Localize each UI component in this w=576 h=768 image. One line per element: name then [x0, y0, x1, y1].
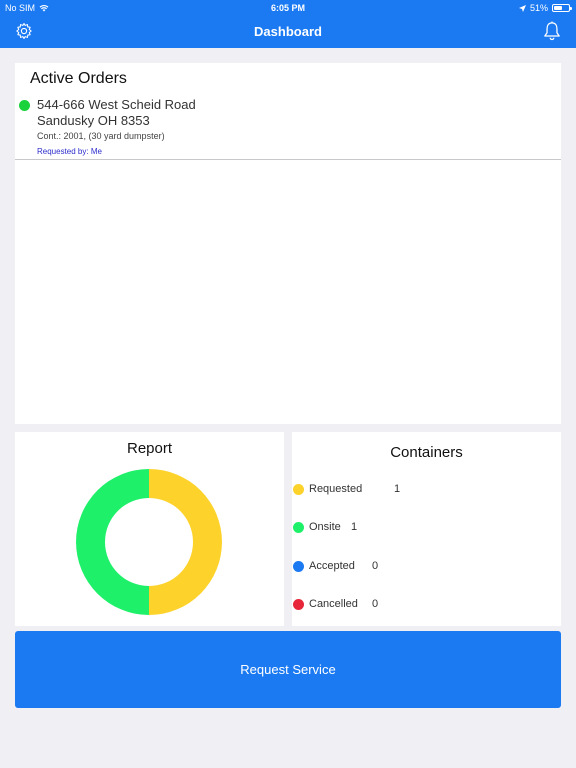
order-address-line1: 544-666 West Scheid Road [37, 97, 196, 112]
donut-slice-onsite [76, 469, 149, 615]
location-arrow-icon [518, 4, 526, 12]
order-status-dot [19, 100, 30, 111]
containers-title: Containers [390, 444, 463, 461]
report-card: Report [15, 432, 284, 626]
order-container-info: Cont.: 2001, (30 yard dumpster) [37, 131, 165, 141]
legend-row-cancelled: Cancelled 0 [293, 596, 378, 612]
status-right-group: 51% [518, 3, 572, 13]
request-service-button[interactable]: Request Service [15, 631, 561, 708]
status-time: 6:05 PM [270, 3, 305, 13]
legend-dot [293, 521, 304, 533]
legend-row-onsite: Onsite 1 [293, 519, 357, 535]
active-orders-card: Active Orders 544-666 West Scheid Road S… [15, 63, 561, 424]
bell-icon[interactable] [543, 21, 561, 41]
containers-card: Containers Requested 1 Onsite 1 Accepted 0 Can… [292, 432, 561, 626]
battery-icon [552, 4, 572, 12]
battery-percent: 51% [529, 3, 548, 13]
legend-row-accepted: Accepted 0 [293, 558, 378, 574]
order-address-line2: Sandusky OH 8353 [37, 113, 150, 128]
legend-label: Onsite [309, 521, 341, 533]
legend-label: Accepted [309, 560, 355, 572]
legend-count: 0 [372, 598, 379, 610]
order-list-item[interactable]: 544-666 West Scheid Road Sandusky OH 835… [15, 95, 561, 160]
page-title: Dashboard [254, 24, 322, 39]
legend-label: Requested [309, 483, 363, 495]
donut-slice-requested [149, 469, 222, 615]
report-title: Report [126, 440, 173, 457]
legend-count: 1 [351, 521, 358, 533]
legend-count: 1 [394, 483, 401, 495]
navigation-bar: No SIM 6:05 PM 51% Dashboard [0, 0, 576, 48]
legend-label: Cancelled [309, 598, 358, 610]
active-orders-title: Active Orders [30, 70, 127, 87]
legend-row-requested: Requested 1 [293, 481, 400, 497]
legend-dot [293, 560, 304, 572]
order-requested-by: Requested by: Me [37, 147, 102, 156]
legend-dot [293, 483, 304, 495]
status-bar: No SIM 6:05 PM 51% [0, 0, 576, 16]
legend-dot [293, 598, 304, 610]
report-donut-chart [76, 469, 222, 615]
legend-count: 0 [372, 560, 379, 572]
